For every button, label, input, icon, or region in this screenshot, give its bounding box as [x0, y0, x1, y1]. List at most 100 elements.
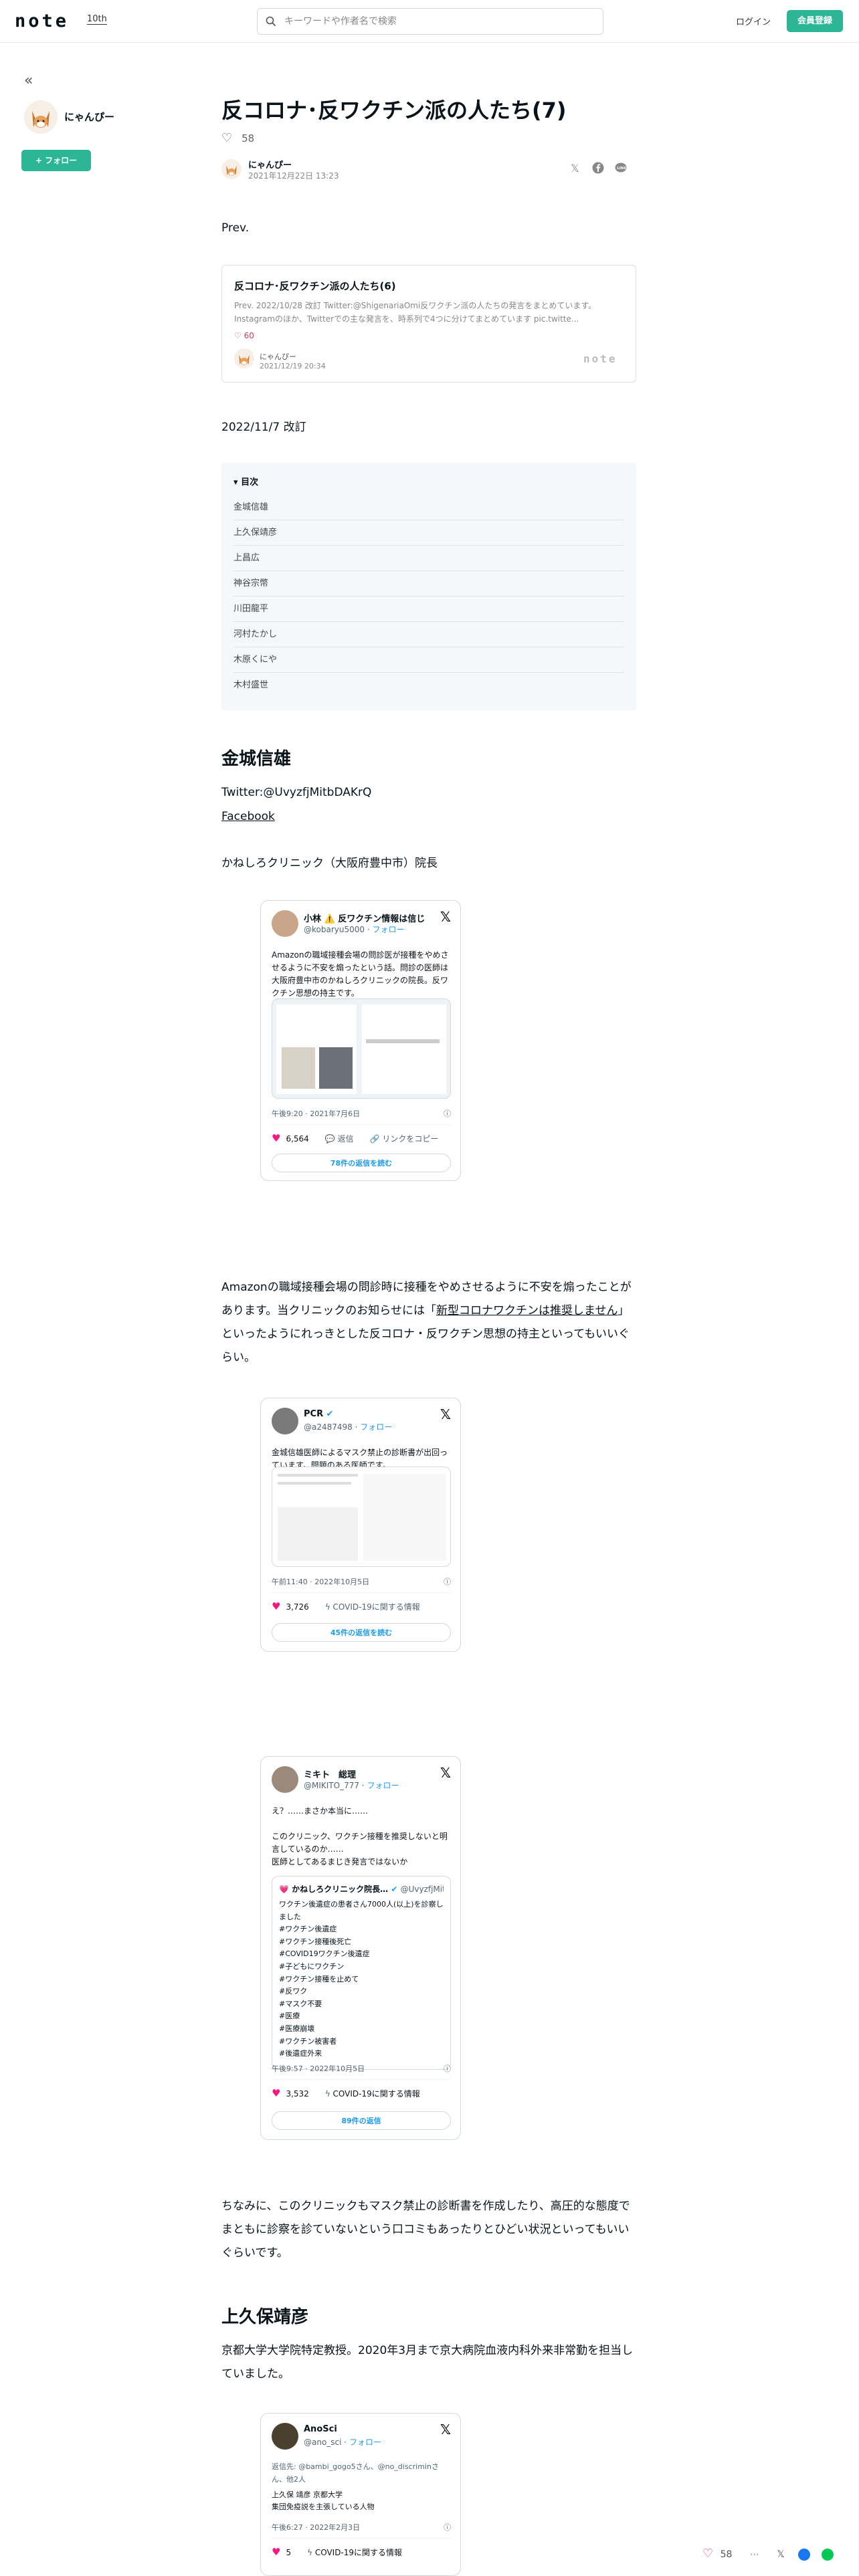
avatar[interactable]	[24, 100, 58, 134]
avatar[interactable]	[272, 2423, 298, 2450]
toc-heading[interactable]: ▾ 目次	[233, 475, 258, 488]
more-icon[interactable]: ⋯	[750, 2549, 759, 2560]
tweet-timestamp[interactable]: 午前11:40 · 2022年10月5日 ⓘ	[272, 1576, 451, 1593]
x-logo-icon[interactable]: 𝕏	[440, 1406, 451, 1422]
prev-text: Prev.	[221, 221, 250, 235]
tweet-embed[interactable]: ミキト 総理 @MIKITO_777 · フォロー 𝕏 え？……まさか本当に………	[260, 1756, 461, 2140]
author-name[interactable]: にゃんぴー	[248, 158, 292, 171]
tweet-embed[interactable]: AnoSci @ano_sci · フォロー 𝕏 返信先: @bambi_gog…	[260, 2413, 461, 2576]
toc-item[interactable]: 上久保靖彦	[233, 520, 624, 546]
tweet-author-name[interactable]: AnoSci	[304, 2424, 337, 2434]
heart-icon[interactable]: ♥	[272, 1132, 280, 1144]
x-logo-icon[interactable]: 𝕏	[440, 909, 451, 925]
tweet-handle: @ano_sci · フォロー	[304, 2438, 381, 2447]
tweet-image[interactable]	[272, 1467, 451, 1567]
tweet-author-name[interactable]: 小林 ⚠️ 反ワクチン情報は信じないで	[304, 911, 424, 924]
topic-label[interactable]: COVID-19に関する情報	[315, 2548, 402, 2557]
tweet-author-name[interactable]: ミキト 総理	[304, 1767, 356, 1780]
search-input[interactable]	[284, 14, 592, 29]
toc-item[interactable]: 上昌広	[233, 546, 624, 571]
tweet-stats: ♥ 3,726 ϟ COVID-19に関する情報	[272, 1600, 420, 1612]
tweet-timestamp[interactable]: 午後9:57 · 2022年10月5日 ⓘ	[272, 2063, 451, 2080]
tweet-follow-link[interactable]: フォロー	[349, 2438, 381, 2447]
tweet-embed[interactable]: 小林 ⚠️ 反ワクチン情報は信じないで @kobaryu5000 · フォロー …	[260, 900, 461, 1181]
heart-icon[interactable]: ♥	[272, 2087, 280, 2099]
info-icon[interactable]: ⓘ	[444, 1108, 451, 1119]
toc-item[interactable]: 金城信雄	[233, 495, 624, 520]
sidebar-author-name[interactable]: にゃんぴー	[64, 110, 114, 124]
read-replies-button[interactable]: 78件の返信を読む	[272, 1154, 451, 1172]
topic-label[interactable]: COVID-19に関する情報	[333, 2089, 420, 2099]
card-title[interactable]: 反コロナ･反ワクチン派の人たち(6)	[234, 279, 396, 293]
signup-button[interactable]: 会員登録	[787, 10, 843, 32]
like-count: 58	[720, 2549, 733, 2560]
info-icon[interactable]: ⓘ	[444, 2522, 451, 2533]
facebook-share-icon[interactable]	[592, 162, 604, 177]
tweet-like-count: 5	[286, 2548, 292, 2557]
tweet-follow-link[interactable]: フォロー	[360, 1422, 392, 1432]
tweet-text: Amazonの職域接種会場の問診医が接種をやめさせるように不安を煽ったという話。…	[272, 950, 449, 998]
section-heading: 上久保靖彦	[221, 2307, 309, 2327]
table-of-contents: ▾ 目次 金城信雄 上久保靖彦 上昌広 神谷宗幣 川田龍平 河村たかし 木原くに…	[221, 463, 636, 710]
tweet-stats: ♥ 6,564 💬 返信 🔗 リンクをコピー	[272, 1132, 438, 1144]
heart-icon[interactable]: ♥	[272, 1600, 280, 1612]
collapse-sidebar-icon[interactable]: «	[24, 72, 33, 89]
x-share-icon[interactable]: 𝕏	[777, 2549, 784, 2560]
avatar[interactable]	[272, 1766, 298, 1793]
heart-icon[interactable]: ♡	[221, 131, 232, 145]
recommendation-link[interactable]: 新型コロナワクチンは推奨しません	[436, 1304, 618, 1317]
tweet-timestamp[interactable]: 午後6:27 · 2022年2月3日 ⓘ	[272, 2522, 451, 2539]
note-logo[interactable]: note	[15, 11, 69, 31]
toc-heading-label: 目次	[241, 477, 259, 488]
toc-item[interactable]: 川田龍平	[233, 597, 624, 622]
reply-icon[interactable]: 💬	[325, 1134, 338, 1144]
login-link[interactable]: ログイン	[736, 15, 771, 27]
floating-action-bar: ♡ 58 ⋯ 𝕏	[702, 2547, 859, 2567]
tweet-like-count: 6,564	[286, 1134, 309, 1144]
toc-item[interactable]: 木原くにや	[233, 647, 624, 673]
tweet-follow-link[interactable]: フォロー	[372, 925, 404, 934]
tweet-follow-link[interactable]: フォロー	[367, 1781, 399, 1790]
facebook-share-icon[interactable]	[798, 2549, 811, 2561]
topic-label[interactable]: COVID-19に関する情報	[333, 1602, 420, 1612]
card-like-count: 60	[244, 331, 254, 340]
search-box[interactable]	[257, 8, 603, 35]
info-icon[interactable]: ⓘ	[444, 2063, 451, 2074]
facebook-link[interactable]: Facebook	[221, 805, 275, 829]
flag-icon: ϟ	[324, 1602, 333, 1612]
copy-link-label[interactable]: リンクをコピー	[382, 1134, 438, 1144]
avatar[interactable]	[272, 1408, 298, 1434]
heart-icon[interactable]: ♡	[702, 2547, 713, 2561]
tweet-embed[interactable]: PCR ✔ @a2487498 · フォロー 𝕏 金城信雄医師によるマスク禁止の…	[260, 1398, 461, 1652]
search-icon	[266, 16, 276, 27]
toc-item[interactable]: 神谷宗幣	[233, 571, 624, 597]
x-logo-icon[interactable]: 𝕏	[440, 1765, 451, 1781]
author-avatar[interactable]	[221, 159, 242, 179]
tweet-image[interactable]	[272, 998, 451, 1099]
x-share-icon[interactable]: 𝕏	[571, 162, 579, 175]
clinic-text: かねしろクリニック（大阪府豊中市）院長	[221, 857, 438, 870]
card-date: 2021/12/19 20:34	[260, 362, 326, 370]
embed-note-card[interactable]: 反コロナ･反ワクチン派の人たち(6) Prev. 2022/10/28 改訂 T…	[221, 265, 636, 383]
like-counter[interactable]: ♡ 58	[221, 131, 254, 145]
avatar[interactable]	[272, 910, 298, 937]
line-share-icon[interactable]: LINE	[615, 162, 627, 177]
line-share-icon[interactable]	[821, 2549, 834, 2561]
quoted-tweet[interactable]: 💗 かねしろクリニック院長… ✔ @UvyzfjMitb… ワクチン後遺症の患者…	[272, 1876, 451, 2070]
read-replies-button[interactable]: 45件の返信を読む	[272, 1623, 451, 1642]
card-description: Prev. 2022/10/28 改訂 Twitter:@ShigenariaO…	[234, 301, 597, 324]
reply-label[interactable]: 返信	[338, 1134, 354, 1144]
link-icon[interactable]: 🔗	[370, 1134, 383, 1144]
toc-item[interactable]: 河村たかし	[233, 622, 624, 647]
section-heading: 金城信雄	[221, 749, 292, 769]
read-replies-button[interactable]: 89件の返信	[272, 2111, 451, 2130]
follow-button[interactable]: + フォロー	[21, 150, 91, 171]
toc-item[interactable]: 木村盛世	[233, 673, 624, 698]
heart-icon[interactable]: ♥	[272, 2546, 280, 2558]
x-logo-icon[interactable]: 𝕏	[440, 2422, 451, 2438]
tweet-timestamp[interactable]: 午後9:20 · 2021年7月6日 ⓘ	[272, 1108, 451, 1125]
info-icon[interactable]: ⓘ	[444, 1576, 451, 1587]
flag-icon: ϟ	[324, 2089, 333, 2099]
site-header: note 10th ログイン 会員登録	[0, 0, 859, 43]
tweet-author-name[interactable]: PCR ✔	[304, 1409, 334, 1419]
